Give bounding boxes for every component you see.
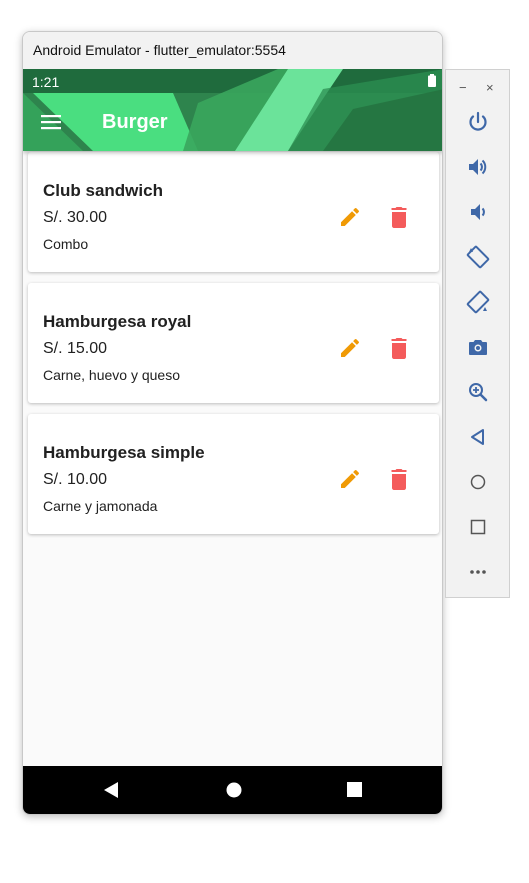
home-icon[interactable] [226,782,242,798]
volume-down-icon[interactable] [466,200,490,224]
edit-icon[interactable] [338,336,362,360]
minimize-button[interactable]: − [459,80,467,95]
item-description: Carne y jamonada [43,498,158,514]
emulator-window: Android Emulator - flutter_emulator:5554… [22,31,443,815]
status-time: 1:21 [32,74,60,90]
rotate-right-icon[interactable] [466,290,490,314]
emulator-side-panel: − × [445,69,510,598]
back-icon[interactable] [466,425,490,449]
more-icon[interactable] [466,560,490,584]
item-name: Hamburgesa royal [43,312,192,331]
item-description: Combo [43,236,89,252]
item-price: S/. 30.00 [43,209,108,226]
navigation-bar [23,766,442,814]
recents-icon[interactable] [347,782,362,797]
edit-icon[interactable] [338,205,362,229]
close-button[interactable]: × [486,80,494,95]
zoom-icon[interactable] [466,380,490,404]
delete-icon[interactable] [389,467,409,491]
home-icon[interactable] [466,470,490,494]
rotate-left-icon[interactable] [466,245,490,269]
edit-icon[interactable] [338,467,362,491]
item-description: Carne, huevo y queso [43,367,180,383]
item-price: S/. 15.00 [43,340,108,357]
back-icon[interactable] [103,781,119,799]
power-icon[interactable] [466,110,490,134]
overview-icon[interactable] [466,515,490,539]
item-name: Club sandwich [43,181,163,200]
list-item: Hamburgesa royal S/. 15.00 Carne, huevo … [28,283,439,403]
volume-up-icon[interactable] [466,155,490,179]
item-name: Hamburgesa simple [43,443,205,462]
item-price: S/. 10.00 [43,471,108,488]
window-title: Android Emulator - flutter_emulator:5554 [23,32,442,69]
delete-icon[interactable] [389,336,409,360]
app-bar: 1:21 Burger [23,69,442,151]
app-title: Burger [102,111,168,133]
phone-screen: 1:21 Burger Club sandwich S/. 30.00 Comb… [23,69,442,814]
menu-icon[interactable] [41,113,63,131]
delete-icon[interactable] [389,205,409,229]
status-bar: 1:21 [23,69,442,93]
list-item: Club sandwich S/. 30.00 Combo [28,152,439,272]
battery-full-icon [428,74,436,87]
camera-icon[interactable] [466,335,490,359]
list-item: Hamburgesa simple S/. 10.00 Carne y jamo… [28,414,439,534]
